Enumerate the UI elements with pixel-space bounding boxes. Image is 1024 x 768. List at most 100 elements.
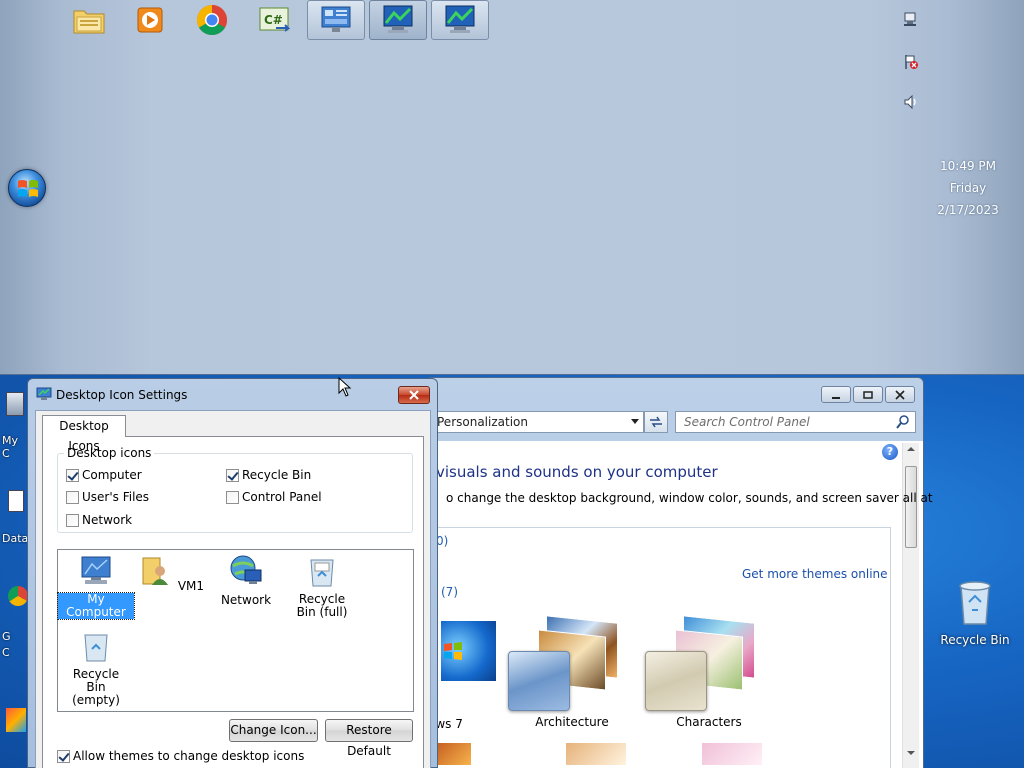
- theme-thumbnail: [441, 621, 496, 681]
- page-heading: visuals and sounds on your computer: [436, 463, 718, 481]
- theme-thumbnail: [566, 743, 626, 765]
- checkbox-users-files[interactable]: User's Files: [66, 490, 149, 504]
- theme-characters[interactable]: Characters: [639, 615, 779, 739]
- close-button[interactable]: [885, 386, 915, 403]
- data-file-icon[interactable]: [8, 490, 24, 512]
- chrome-icon[interactable]: [8, 586, 28, 606]
- start-button[interactable]: [8, 169, 46, 207]
- icon-item-network[interactable]: Network: [208, 554, 284, 607]
- close-icon: [409, 390, 419, 400]
- icon-label: VM1: [177, 579, 205, 593]
- checkbox-allow-themes[interactable]: Allow themes to change desktop icons: [57, 749, 304, 763]
- recycle-bin-icon: [959, 581, 991, 625]
- app-icon[interactable]: [6, 708, 26, 732]
- recycle-bin-full-icon: [310, 559, 334, 587]
- control-panel-icon: [321, 6, 351, 32]
- taskbar-remote-desktop-1[interactable]: [369, 0, 427, 40]
- checkbox-box[interactable]: [66, 490, 79, 504]
- clock-date: 2/17/2023: [937, 203, 999, 217]
- theme-thumbnail: [702, 743, 762, 765]
- dialog-body: Desktop Icons Desktop icons Computer Rec…: [35, 410, 431, 768]
- restore-icon: [863, 390, 873, 399]
- desktop-icon-list[interactable]: My Computer VM1 Network Recycle Bin (ful…: [57, 549, 414, 712]
- control-panel-content: ? visuals and sounds on your computer o …: [426, 441, 933, 768]
- icon-item-recycle-bin-empty[interactable]: Recycle Bin (empty): [58, 629, 134, 707]
- checkbox-box[interactable]: [66, 513, 79, 527]
- restore-default-button[interactable]: Restore Default: [325, 719, 413, 758]
- address-text: Personalization: [437, 415, 528, 429]
- taskbar-csharp[interactable]: C#: [245, 0, 303, 40]
- refresh-icon: [650, 416, 662, 428]
- get-more-themes-link[interactable]: Get more themes online: [742, 567, 888, 581]
- flag-error-icon: [905, 55, 918, 69]
- taskbar-media-player[interactable]: [121, 0, 179, 40]
- speaker-icon: [904, 94, 916, 110]
- icon-label: Recycle Bin (empty): [72, 667, 120, 707]
- search-placeholder: Search Control Panel: [684, 415, 810, 429]
- scrollbar-thumb[interactable]: [905, 466, 917, 548]
- taskbar-remote-desktop-2[interactable]: [431, 0, 489, 40]
- checkbox-box[interactable]: [57, 749, 70, 763]
- svg-text:C#: C#: [264, 13, 283, 27]
- window-caption-buttons: [821, 386, 915, 403]
- checkbox-box[interactable]: [66, 468, 79, 482]
- desktop-fragment: G: [2, 630, 11, 643]
- taskbar-chrome[interactable]: [183, 0, 241, 40]
- computer-icon: [81, 556, 111, 584]
- checkbox-label: Control Panel: [242, 490, 322, 504]
- refresh-button[interactable]: [644, 411, 668, 433]
- icon-label: My Computer: [57, 592, 135, 620]
- taskbar-clock[interactable]: 10:49 PM Friday 2/17/2023: [930, 155, 1006, 221]
- taskbar: C# 10:49 PM Friday 2/17/2023: [0, 0, 1024, 375]
- theme-architecture[interactable]: Architecture: [502, 615, 642, 739]
- scroll-up-icon[interactable]: [903, 443, 919, 455]
- help-icon[interactable]: ?: [882, 444, 898, 460]
- checkbox-label: Computer: [82, 468, 142, 482]
- change-icon-button[interactable]: Change Icon...: [229, 719, 318, 742]
- clock-day: Friday: [949, 181, 987, 195]
- search-icon[interactable]: [896, 415, 910, 429]
- address-bar[interactable]: Personalization: [426, 411, 644, 433]
- scroll-down-icon[interactable]: [903, 747, 919, 759]
- theme-color-swatch: [508, 651, 570, 711]
- checkbox-box[interactable]: [226, 468, 239, 482]
- checkbox-network[interactable]: Network: [66, 513, 132, 527]
- icon-item-vm1[interactable]: VM1: [134, 554, 210, 593]
- tray-volume-icon[interactable]: [900, 91, 922, 113]
- dialog-close-button[interactable]: [398, 386, 430, 404]
- taskbar-control-panel[interactable]: [307, 0, 365, 40]
- minimize-button[interactable]: [821, 386, 851, 403]
- chrome-icon: [196, 4, 228, 36]
- maximize-button[interactable]: [853, 386, 883, 403]
- windows-logo-icon: [444, 642, 462, 660]
- checkbox-box[interactable]: [226, 490, 239, 504]
- user-folder-icon: [142, 557, 168, 585]
- tray-action-center-icon[interactable]: [900, 51, 922, 73]
- theme-label: Architecture: [535, 715, 609, 729]
- checkbox-control-panel[interactable]: Control Panel: [226, 490, 322, 504]
- csharp-icon: C#: [259, 7, 290, 32]
- search-input[interactable]: Search Control Panel: [675, 411, 916, 433]
- checkbox-computer[interactable]: Computer: [66, 468, 142, 482]
- tray-network-icon[interactable]: [900, 9, 922, 31]
- checkbox-recycle-bin[interactable]: Recycle Bin: [226, 468, 311, 482]
- theme-label: Characters: [676, 715, 742, 729]
- page-description: o change the desktop background, window …: [446, 491, 933, 505]
- remote-desktop-icon: [445, 5, 475, 33]
- desktop-left-icons: My C Data G C: [0, 378, 30, 768]
- chevron-down-icon[interactable]: [631, 419, 639, 424]
- checkbox-label: Recycle Bin: [242, 468, 312, 482]
- checkbox-label: Allow themes to change desktop icons: [73, 749, 305, 763]
- icon-item-my-computer[interactable]: My Computer: [57, 554, 135, 620]
- checkbox-label: User's Files: [82, 490, 150, 504]
- recycle-bin-desktop-icon[interactable]: Recycle Bin: [940, 578, 1010, 647]
- taskbar-file-explorer[interactable]: [60, 0, 118, 40]
- desktop-fragment: Data: [2, 532, 29, 545]
- computer-icon[interactable]: [6, 392, 24, 416]
- recycle-bin-empty-icon: [84, 634, 108, 662]
- icon-item-recycle-bin-full[interactable]: Recycle Bin (full): [284, 554, 360, 619]
- icon-label: Network: [220, 593, 272, 607]
- control-panel-window: Personalization Search Control Panel ? v…: [425, 377, 933, 768]
- folder-icon: [73, 10, 105, 34]
- tab-desktop-icons[interactable]: Desktop Icons: [42, 415, 126, 453]
